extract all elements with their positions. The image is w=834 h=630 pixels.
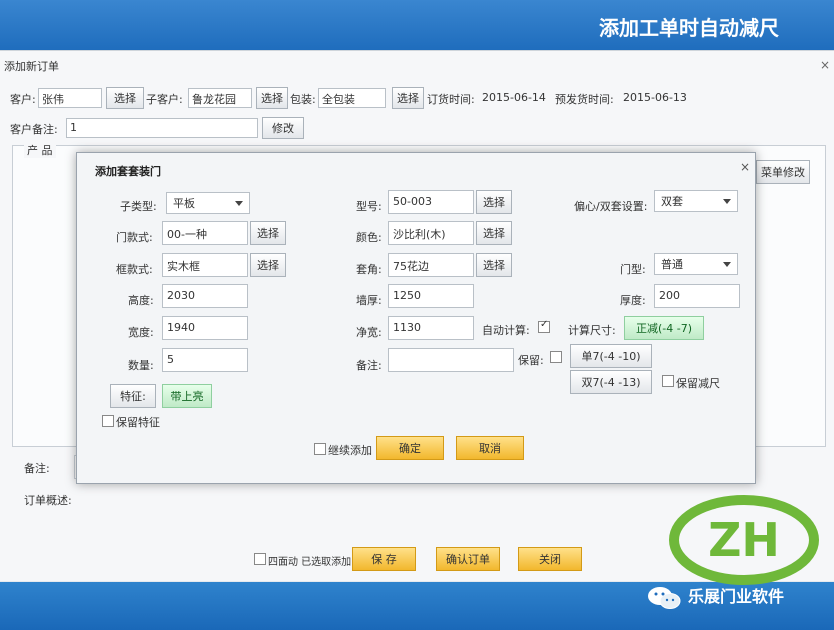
feature-button[interactable]: 特征: — [110, 384, 156, 408]
customer-note-input[interactable]: 1 — [66, 118, 258, 138]
model-label: 型号: — [356, 200, 382, 213]
height-label: 高度: — [128, 294, 154, 307]
close-button[interactable]: 关闭 — [518, 547, 582, 571]
line-label: 套角: — [356, 263, 382, 276]
dialog-title: 添加套套装门 — [95, 165, 161, 178]
keep-checkbox-box[interactable] — [550, 351, 562, 363]
width-label: 宽度: — [128, 326, 154, 339]
wechat-icon — [648, 587, 681, 609]
auto-calc-checkbox[interactable]: ✓ — [538, 319, 550, 336]
keep-width-checkbox[interactable] — [662, 375, 674, 390]
quantity-input[interactable]: 5 — [162, 348, 248, 372]
continue-add-checkbox-box[interactable] — [254, 553, 266, 565]
delivery-date-label: 预发货时间: — [555, 93, 614, 106]
subcustomer-input[interactable]: 鲁龙花园 — [188, 88, 252, 108]
keep-width-checkbox-box[interactable] — [662, 375, 674, 387]
door-type-label: 门型: — [620, 263, 646, 276]
memo-input[interactable] — [388, 348, 514, 372]
order-window-title: 添加新订单 — [4, 60, 59, 73]
keep-checkbox[interactable] — [550, 351, 562, 366]
dialog-continue-label: 继续添加 — [328, 444, 372, 457]
brand-name: 乐展门业软件 — [688, 587, 785, 606]
customer-choose-button[interactable]: 选择 — [106, 87, 144, 109]
order-note-label: 备注: — [24, 462, 50, 475]
dialog-close-icon[interactable]: × — [740, 160, 750, 174]
dialog-continue-checkbox[interactable] — [314, 443, 326, 458]
package-label: 包装: — [290, 93, 316, 106]
line-choose-button[interactable]: 选择 — [476, 253, 512, 277]
chevron-down-icon — [235, 200, 243, 206]
frame-style-input[interactable]: 实木框 — [162, 253, 248, 277]
arrangement-select[interactable]: 双套 — [654, 190, 738, 212]
door-style-choose-button[interactable]: 选择 — [250, 221, 286, 245]
height-input[interactable]: 2030 — [162, 284, 248, 308]
auto-calc-label: 自动计算: — [482, 324, 530, 337]
double-size-button[interactable]: 双7(-4 -13) — [570, 370, 652, 394]
package-choose-button[interactable]: 选择 — [392, 87, 424, 109]
modify-button[interactable]: 修改 — [262, 117, 304, 139]
customer-label: 客户: — [10, 93, 36, 106]
color-label: 颜色: — [356, 231, 382, 244]
feature-value-button[interactable]: 带上亮 — [162, 384, 212, 408]
memo-label: 备注: — [356, 359, 382, 372]
door-type-select[interactable]: 普通 — [654, 253, 738, 275]
delivery-date-value[interactable]: 2015-06-13 — [623, 91, 687, 104]
keep-feature-checkbox-box[interactable] — [102, 415, 114, 427]
order-close-icon[interactable]: × — [820, 58, 832, 72]
banner-title: 添加工单时自动减尺 — [599, 16, 779, 40]
model-input[interactable]: 50-003 — [388, 190, 474, 214]
menu-modify-button[interactable]: 菜单修改 — [756, 160, 810, 184]
confirm-order-button[interactable]: 确认订单 — [436, 547, 500, 571]
model-choose-button[interactable]: 选择 — [476, 190, 512, 214]
width-input[interactable]: 1940 — [162, 316, 248, 340]
thickness-input[interactable]: 200 — [654, 284, 740, 308]
thickness-label: 厚度: — [620, 294, 646, 307]
subcustomer-choose-button[interactable]: 选择 — [256, 87, 288, 109]
zh-logo-icon: ZH — [669, 495, 819, 585]
customer-input[interactable]: 张伟 — [38, 88, 102, 108]
keep-width-label: 保留减尺 — [676, 377, 720, 390]
door-style-input[interactable]: 00-一种 — [162, 221, 248, 245]
frame-style-choose-button[interactable]: 选择 — [250, 253, 286, 277]
calc-size-label: 计算尺寸: — [568, 324, 616, 337]
wall-input[interactable]: 1250 — [388, 284, 474, 308]
package-input[interactable]: 全包装 — [318, 88, 386, 108]
frame-width-label: 净宽: — [356, 326, 382, 339]
subtype-select[interactable]: 平板 — [166, 192, 250, 214]
color-input[interactable]: 沙比利(木) — [388, 221, 474, 245]
order-date-label: 订货时间: — [427, 93, 475, 106]
calc-size-button[interactable]: 正减(-4 -7) — [624, 316, 704, 340]
arrangement-label: 偏心/双套设置: — [574, 200, 648, 213]
quantity-label: 数量: — [128, 359, 154, 372]
dialog-cancel-button[interactable]: 取消 — [456, 436, 524, 460]
dialog-continue-checkbox-box[interactable] — [314, 443, 326, 455]
single-size-button[interactable]: 单7(-4 -10) — [570, 344, 652, 368]
chevron-down-icon — [723, 198, 731, 204]
frame-style-label: 框款式: — [116, 263, 153, 276]
product-panel-label: 产 品 — [24, 142, 56, 158]
continue-add-checkbox[interactable] — [254, 553, 266, 568]
keep-feature-checkbox[interactable] — [102, 415, 114, 430]
check-icon: ✓ — [538, 319, 550, 333]
dialog-ok-button[interactable]: 确定 — [376, 436, 444, 460]
keep-label: 保留: — [518, 354, 544, 367]
subcustomer-label: 子客户: — [146, 93, 183, 106]
subtype-label: 子类型: — [120, 200, 157, 213]
save-button[interactable]: 保 存 — [352, 547, 416, 571]
wall-label: 墙厚: — [356, 294, 382, 307]
door-style-label: 门款式: — [116, 231, 153, 244]
order-summary-label: 订单概述: — [24, 494, 72, 507]
svg-text:ZH: ZH — [708, 513, 780, 567]
customer-note-label: 客户备注: — [10, 123, 58, 136]
continue-add-label: 四面动 已选取添加 — [268, 557, 352, 568]
line-input[interactable]: 75花边 — [388, 253, 474, 277]
keep-feature-label: 保留特征 — [116, 416, 160, 429]
frame-width-input[interactable]: 1130 — [388, 316, 474, 340]
chevron-down-icon — [723, 261, 731, 267]
order-date-value[interactable]: 2015-06-14 — [482, 91, 546, 104]
color-choose-button[interactable]: 选择 — [476, 221, 512, 245]
